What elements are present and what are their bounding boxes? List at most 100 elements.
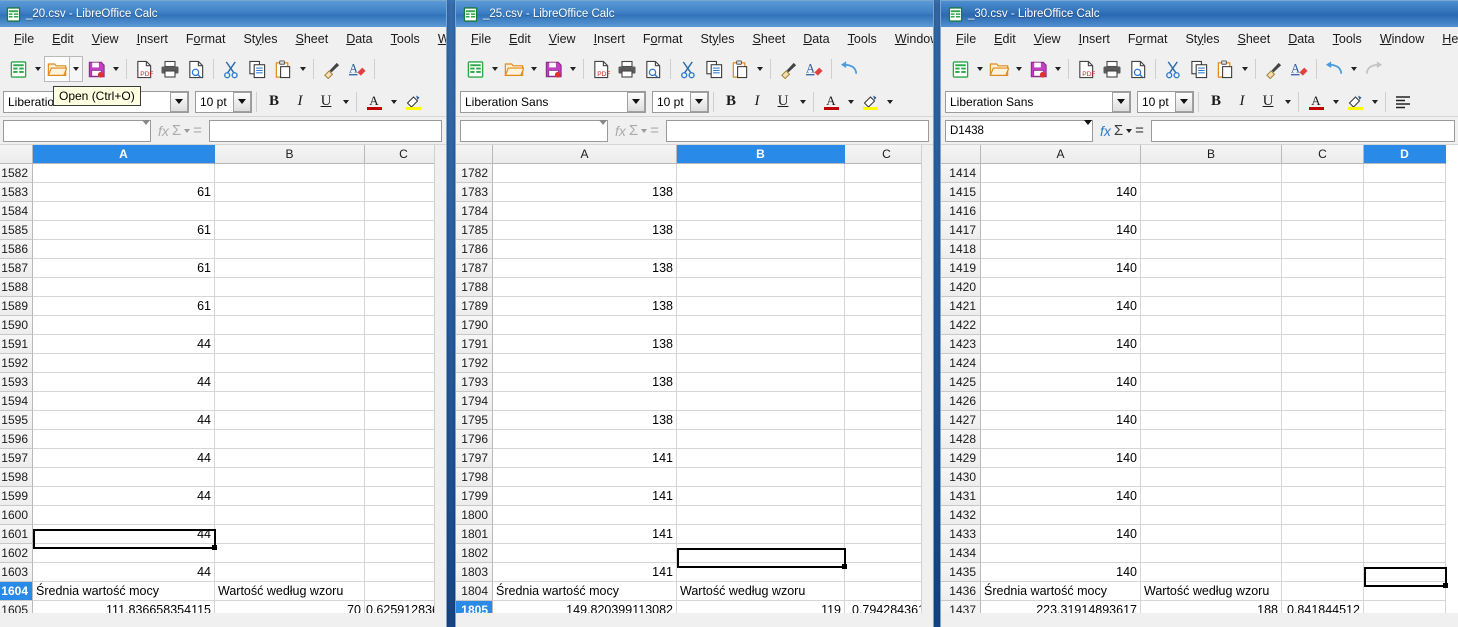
column-header-a-25[interactable]: A	[493, 145, 677, 164]
select-all-corner-25[interactable]	[456, 145, 493, 164]
table-row[interactable]: 1591 44	[0, 335, 446, 354]
grid-cell[interactable]	[1282, 582, 1364, 601]
grid-cell[interactable]	[1282, 487, 1364, 506]
row-header[interactable]: 1430	[941, 468, 981, 487]
grid-cell[interactable]	[845, 183, 929, 202]
table-row[interactable]: 1419 140	[941, 259, 1458, 278]
grid-cell[interactable]	[845, 316, 929, 335]
table-row[interactable]: 1583 61	[0, 183, 446, 202]
underline-icon[interactable]: U	[1255, 89, 1281, 115]
row-header[interactable]: 1590	[0, 316, 33, 335]
menu-window-30[interactable]: Window	[1371, 30, 1433, 48]
select-all-corner-20[interactable]	[0, 145, 33, 164]
formatbar-25[interactable]: Liberation Sans 10 pt B I U A	[456, 87, 933, 117]
menu-view-20[interactable]: View	[83, 30, 128, 48]
highlight-color-icon[interactable]	[400, 89, 426, 115]
row-header[interactable]: 1783	[456, 183, 493, 202]
name-box-dropdown-icon[interactable]	[599, 119, 607, 137]
sum-dropdown-icon[interactable]	[641, 128, 648, 133]
grid-cell[interactable]: Wartość według wzoru	[215, 582, 365, 601]
grid-cell[interactable]: 140	[981, 259, 1141, 278]
row-header[interactable]: 1415	[941, 183, 981, 202]
grid-cell[interactable]: 0,841844512	[1282, 601, 1364, 613]
highlight-color-dropdown-icon[interactable]	[883, 89, 896, 115]
grid-cell[interactable]	[493, 544, 677, 563]
grid-cell[interactable]	[1141, 411, 1282, 430]
row-header[interactable]: 1597	[0, 449, 33, 468]
table-row[interactable]: 1585 61	[0, 221, 446, 240]
grid-cell[interactable]	[365, 259, 443, 278]
grid-cell[interactable]	[33, 430, 215, 449]
row-header[interactable]: 1596	[0, 430, 33, 449]
grid-cell[interactable]	[215, 525, 365, 544]
formulabar-30[interactable]: D1438 fx Σ =	[941, 117, 1458, 145]
table-row[interactable]: 1791 138	[456, 335, 933, 354]
table-row[interactable]: 1782	[456, 164, 933, 183]
row-header[interactable]: 1786	[456, 240, 493, 259]
grid-cell[interactable]	[1364, 506, 1446, 525]
row-header[interactable]: 1799	[456, 487, 493, 506]
table-row[interactable]: 1595 44	[0, 411, 446, 430]
table-row[interactable]: 1792	[456, 354, 933, 373]
new-document-icon[interactable]	[947, 56, 973, 82]
row-header[interactable]: 1795	[456, 411, 493, 430]
formatbar-30[interactable]: Liberation Sans 10 pt B I U A	[941, 87, 1458, 117]
grid-cell[interactable]	[981, 278, 1141, 297]
grid-cell[interactable]	[33, 202, 215, 221]
row-header[interactable]: 1782	[456, 164, 493, 183]
grid-cell[interactable]	[493, 506, 677, 525]
table-row[interactable]: 1785 138	[456, 221, 933, 240]
formula-tools-30[interactable]: fx Σ =	[1097, 122, 1147, 139]
grid-cell[interactable]: 61	[33, 297, 215, 316]
row-header[interactable]: 1793	[456, 373, 493, 392]
table-row[interactable]: 1431 140	[941, 487, 1458, 506]
menubar-25[interactable]: File Edit View Insert Format Styles Shee…	[456, 27, 933, 51]
row-header[interactable]: 1422	[941, 316, 981, 335]
row-header[interactable]: 1582	[0, 164, 33, 183]
table-row[interactable]: 1604 Średnia wartość mocy Wartość według w…	[0, 582, 446, 601]
column-headers-25[interactable]: A B C	[456, 145, 933, 164]
function-wizard-icon[interactable]: fx	[615, 123, 626, 139]
grid-cell[interactable]	[33, 278, 215, 297]
row-header[interactable]: 1423	[941, 335, 981, 354]
grid-cell[interactable]	[215, 164, 365, 183]
grid-cell[interactable]	[365, 525, 443, 544]
grid-cell[interactable]	[1282, 525, 1364, 544]
grid-cell[interactable]	[1282, 221, 1364, 240]
grid-cell[interactable]: 138	[493, 297, 677, 316]
grid-cell[interactable]	[1282, 316, 1364, 335]
grid-cell[interactable]: 140	[981, 221, 1141, 240]
grid-cell[interactable]	[677, 183, 845, 202]
formula-tools-20[interactable]: fx Σ =	[155, 122, 205, 139]
row-header[interactable]: 1790	[456, 316, 493, 335]
font-size-dropdown-icon[interactable]	[1175, 91, 1193, 112]
vertical-scrollbar-25[interactable]	[921, 145, 933, 613]
underline-icon[interactable]: U	[313, 89, 339, 115]
new-dropdown-icon[interactable]	[488, 56, 501, 82]
table-row[interactable]: 1596	[0, 430, 446, 449]
column-header-c-30[interactable]: C	[1282, 145, 1364, 164]
grid-cell[interactable]	[845, 221, 929, 240]
grid-cell[interactable]: Wartość według wzoru	[1141, 582, 1282, 601]
grid-cell[interactable]	[493, 164, 677, 183]
table-row[interactable]: 1586	[0, 240, 446, 259]
underline-dropdown-icon[interactable]	[1281, 89, 1294, 115]
grid-cell[interactable]	[215, 392, 365, 411]
sum-dropdown-icon[interactable]	[1126, 128, 1133, 133]
grid-cell[interactable]: 119	[677, 601, 845, 613]
grid-cell[interactable]	[1141, 392, 1282, 411]
highlight-color-icon[interactable]	[1342, 89, 1368, 115]
grid-cell[interactable]: 0,625912836	[365, 601, 443, 613]
grid-cell[interactable]	[677, 525, 845, 544]
grid-cell[interactable]	[677, 278, 845, 297]
table-row[interactable]: 1593 44	[0, 373, 446, 392]
table-row[interactable]: 1420	[941, 278, 1458, 297]
grid-cell[interactable]: 140	[981, 563, 1141, 582]
menu-sheet-30[interactable]: Sheet	[1229, 30, 1280, 48]
grid-cell[interactable]	[1141, 563, 1282, 582]
grid-cell[interactable]	[365, 430, 443, 449]
row-header[interactable]: 1593	[0, 373, 33, 392]
grid-cell[interactable]	[1364, 297, 1446, 316]
grid-cell[interactable]	[33, 240, 215, 259]
grid-cell[interactable]	[365, 164, 443, 183]
